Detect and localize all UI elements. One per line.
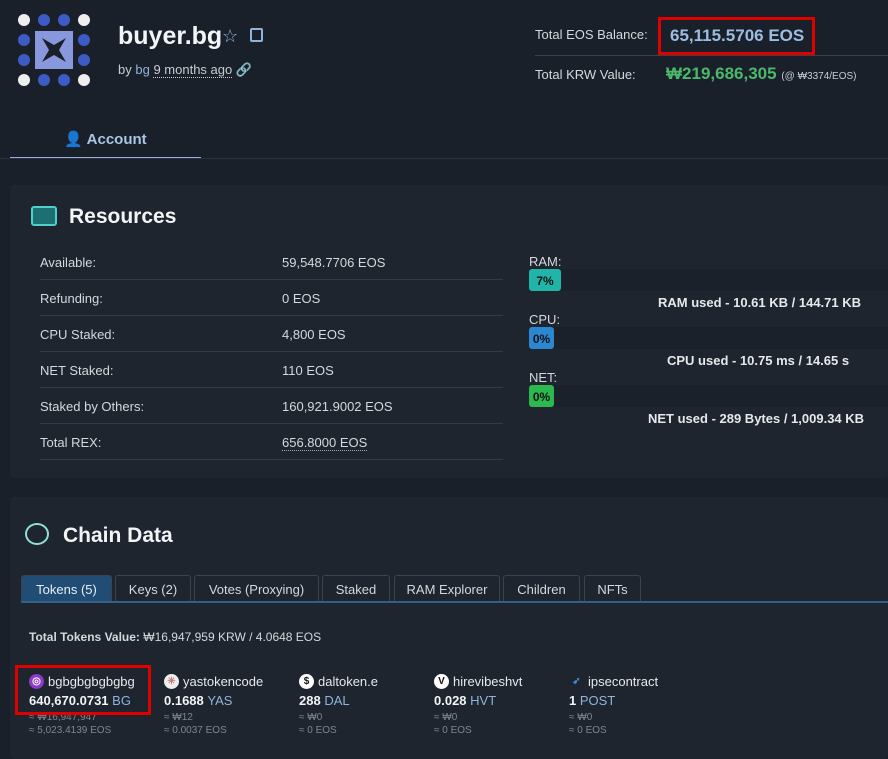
net-label: NET: <box>529 370 558 385</box>
resource-row: Available: 59,548.7706 EOS <box>40 244 503 280</box>
ram-bar <box>529 269 888 291</box>
total-tokens-value: Total Tokens Value: ₩16,947,959 KRW / 4.… <box>29 630 321 644</box>
by-label: by <box>118 62 132 77</box>
token-symbol: HVT <box>470 693 497 708</box>
wallet-icon <box>31 206 57 226</box>
resources-title: Resources <box>69 205 177 228</box>
krw-value: ₩219,686,305 (@ ₩3374/EOS) <box>666 64 857 84</box>
net-used: NET used - 289 Bytes / 1,009.34 KB <box>648 411 865 426</box>
token-contract[interactable]: daltoken.e <box>318 674 378 689</box>
token-icon: ➶ <box>572 676 581 687</box>
resource-label: NET Staked: <box>40 363 114 378</box>
resource-value: 0 EOS <box>282 291 321 306</box>
token-amount: 0.028 <box>434 693 467 708</box>
resource-label: Staked by Others: <box>40 399 145 414</box>
token-krw: ≈ ₩0 <box>569 712 593 723</box>
token-amount: 288 <box>299 693 321 708</box>
eos-balance-label: Total EOS Balance: <box>535 27 648 42</box>
age: 9 months ago <box>153 62 233 78</box>
resource-value: 656.8000 EOS <box>282 435 368 451</box>
chain-icon <box>25 523 49 545</box>
resource-label: Available: <box>40 255 97 270</box>
chain-tab[interactable]: Tokens (5) <box>21 575 112 602</box>
token-item[interactable]: ✳ yastokencode 0.1688 YAS ≈ ₩12 ≈ 0.0037 … <box>164 674 299 737</box>
eos-balance-value: 65,115.5706 EOS <box>658 17 815 55</box>
token-icon: ✳ <box>164 674 179 689</box>
resource-value: 160,921.9002 EOS <box>282 399 393 414</box>
resource-value: 4,800 EOS <box>282 327 346 342</box>
token-item[interactable]: Vhirevibeshvt 0.028 HVT ≈ ₩0 ≈ 0 EOS <box>434 674 569 737</box>
total-tokens-amount: ₩16,947,959 KRW / 4.0648 EOS <box>143 630 322 644</box>
token-amount: 1 <box>569 693 577 708</box>
user-icon: 👤 <box>64 131 84 148</box>
chain-tab[interactable]: Staked <box>322 575 390 602</box>
net-bar <box>529 385 888 407</box>
creator-line: by bg 9 months ago 🔗 <box>118 62 252 78</box>
cpu-used: CPU used - 10.75 ms / 14.65 s <box>667 353 850 368</box>
cpu-bar <box>529 327 888 349</box>
chain-tab[interactable]: Votes (Proxying) <box>194 575 319 602</box>
krw-value-label: Total KRW Value: <box>535 67 636 82</box>
krw-rate: (@ ₩3374/EOS) <box>781 71 857 82</box>
chain-tab[interactable]: RAM Explorer <box>394 575 500 602</box>
resource-label: CPU Staked: <box>40 327 116 342</box>
ram-percent: 7% <box>529 269 561 291</box>
copy-icon[interactable] <box>250 28 263 42</box>
token-icon: V <box>434 674 449 689</box>
resource-row: CPU Staked: 4,800 EOS <box>40 316 503 352</box>
tab-account-label: Account <box>86 131 147 148</box>
token-contract[interactable]: hirevibeshvt <box>453 674 522 689</box>
resource-value: 59,548.7706 EOS <box>282 255 386 270</box>
star-icon[interactable]: ☆ <box>222 26 238 47</box>
account-name: buyer.bg <box>118 22 223 50</box>
cpu-percent: 0% <box>529 327 554 349</box>
token-symbol: DAL <box>324 693 350 708</box>
chain-data-title: Chain Data <box>63 524 173 547</box>
chain-tab[interactable]: Keys (2) <box>115 575 191 602</box>
token-amount: 0.1688 <box>164 693 204 708</box>
creator-link[interactable]: bg <box>135 62 149 77</box>
token-eos: ≈ 0.0037 EOS <box>164 725 227 736</box>
total-tokens-label: Total Tokens Value: <box>29 630 140 644</box>
link-icon[interactable]: 🔗 <box>236 62 252 77</box>
token-symbol: POST <box>579 693 616 708</box>
token-krw: ≈ ₩0 <box>434 712 458 723</box>
resource-row: Total REX: 656.8000 EOS <box>40 424 503 460</box>
net-percent: 0% <box>529 385 554 407</box>
divider <box>0 158 888 159</box>
tab-account[interactable]: 👤 Account <box>10 124 201 159</box>
token-icon: $ <box>299 674 314 689</box>
highlight-box <box>15 665 151 715</box>
chain-tab[interactable]: Children <box>503 575 580 602</box>
token-item[interactable]: ➶ ipsecontract 1 POST ≈ ₩0 ≈ 0 EOS <box>569 674 704 737</box>
token-item[interactable]: $ daltoken.e 288 DAL ≈ ₩0 ≈ 0 EOS <box>299 674 434 737</box>
cpu-label: CPU: <box>529 312 561 327</box>
token-contract[interactable]: yastokencode <box>183 674 263 689</box>
chain-tab[interactable]: NFTs <box>584 575 641 602</box>
account-avatar <box>18 14 90 86</box>
token-eos: ≈ 0 EOS <box>299 725 337 736</box>
token-krw: ≈ ₩12 <box>164 712 193 723</box>
token-eos: ≈ 5,023.4139 EOS <box>29 725 112 736</box>
resource-row: Staked by Others: 160,921.9002 EOS <box>40 388 503 424</box>
divider <box>535 55 888 56</box>
resource-row: Refunding: 0 EOS <box>40 280 503 316</box>
token-eos: ≈ 0 EOS <box>434 725 472 736</box>
ram-label: RAM: <box>529 254 562 269</box>
ram-used: RAM used - 10.61 KB / 144.71 KB <box>658 295 862 310</box>
resource-label: Refunding: <box>40 291 103 306</box>
token-contract[interactable]: ipsecontract <box>588 674 658 689</box>
resource-label: Total REX: <box>40 435 102 450</box>
token-krw: ≈ ₩0 <box>299 712 323 723</box>
tab-underline <box>21 601 888 603</box>
resource-value: 110 EOS <box>282 363 334 378</box>
resource-row: NET Staked: 110 EOS <box>40 352 503 388</box>
token-symbol: YAS <box>207 693 233 708</box>
krw-amount: ₩219,686,305 <box>666 64 777 83</box>
token-eos: ≈ 0 EOS <box>569 725 607 736</box>
